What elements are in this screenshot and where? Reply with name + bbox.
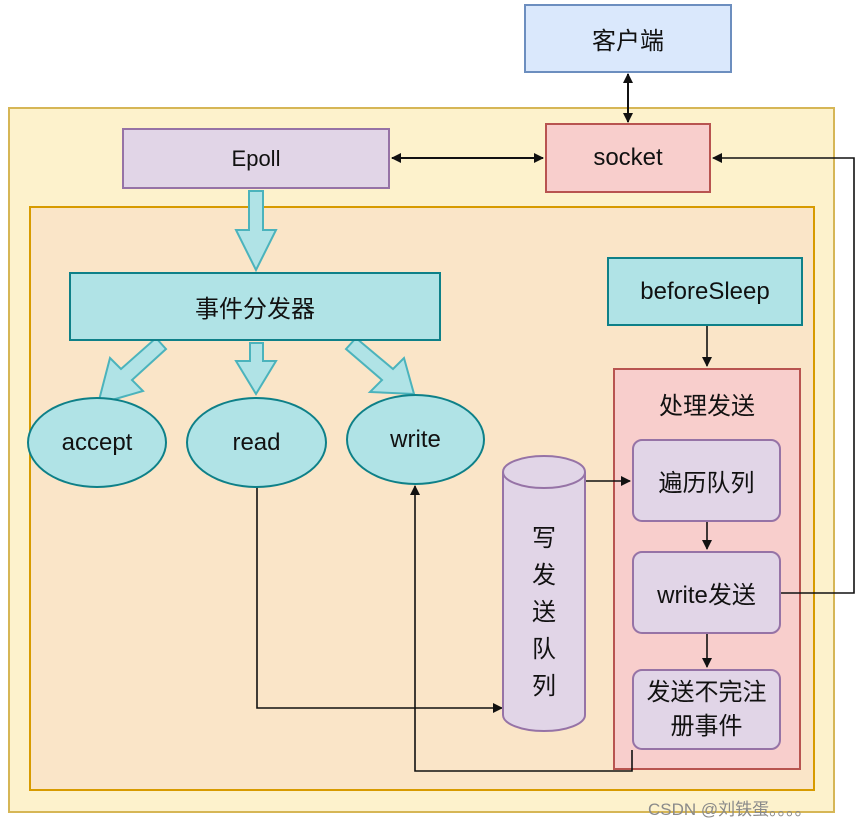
client-node: 客户端 bbox=[524, 4, 732, 73]
socket-node: socket bbox=[545, 123, 711, 193]
process-send-title: 处理发送 bbox=[659, 392, 755, 420]
write-queue-label: 写发送队列 bbox=[518, 512, 570, 712]
step-traverse-queue: 遍历队列 bbox=[632, 439, 781, 522]
queue-label-char: 写 bbox=[532, 524, 556, 552]
read-handler: read bbox=[186, 397, 327, 488]
queue-label-char: 发 bbox=[532, 561, 556, 589]
epoll-node: Epoll bbox=[122, 128, 390, 189]
step-register-unfinished: 发送不完注册事件 bbox=[632, 669, 781, 750]
before-sleep-node: beforeSleep bbox=[607, 257, 803, 326]
event-dispatcher-node: 事件分发器 bbox=[69, 272, 441, 341]
queue-label-char: 列 bbox=[532, 672, 556, 700]
watermark: CSDN @刘铁蛋。。。。 bbox=[648, 800, 812, 819]
accept-handler: accept bbox=[27, 397, 167, 488]
step-write-send: write发送 bbox=[632, 551, 781, 634]
write-handler: write bbox=[346, 394, 485, 485]
queue-label-char: 队 bbox=[532, 635, 556, 663]
queue-label-char: 送 bbox=[532, 598, 556, 626]
